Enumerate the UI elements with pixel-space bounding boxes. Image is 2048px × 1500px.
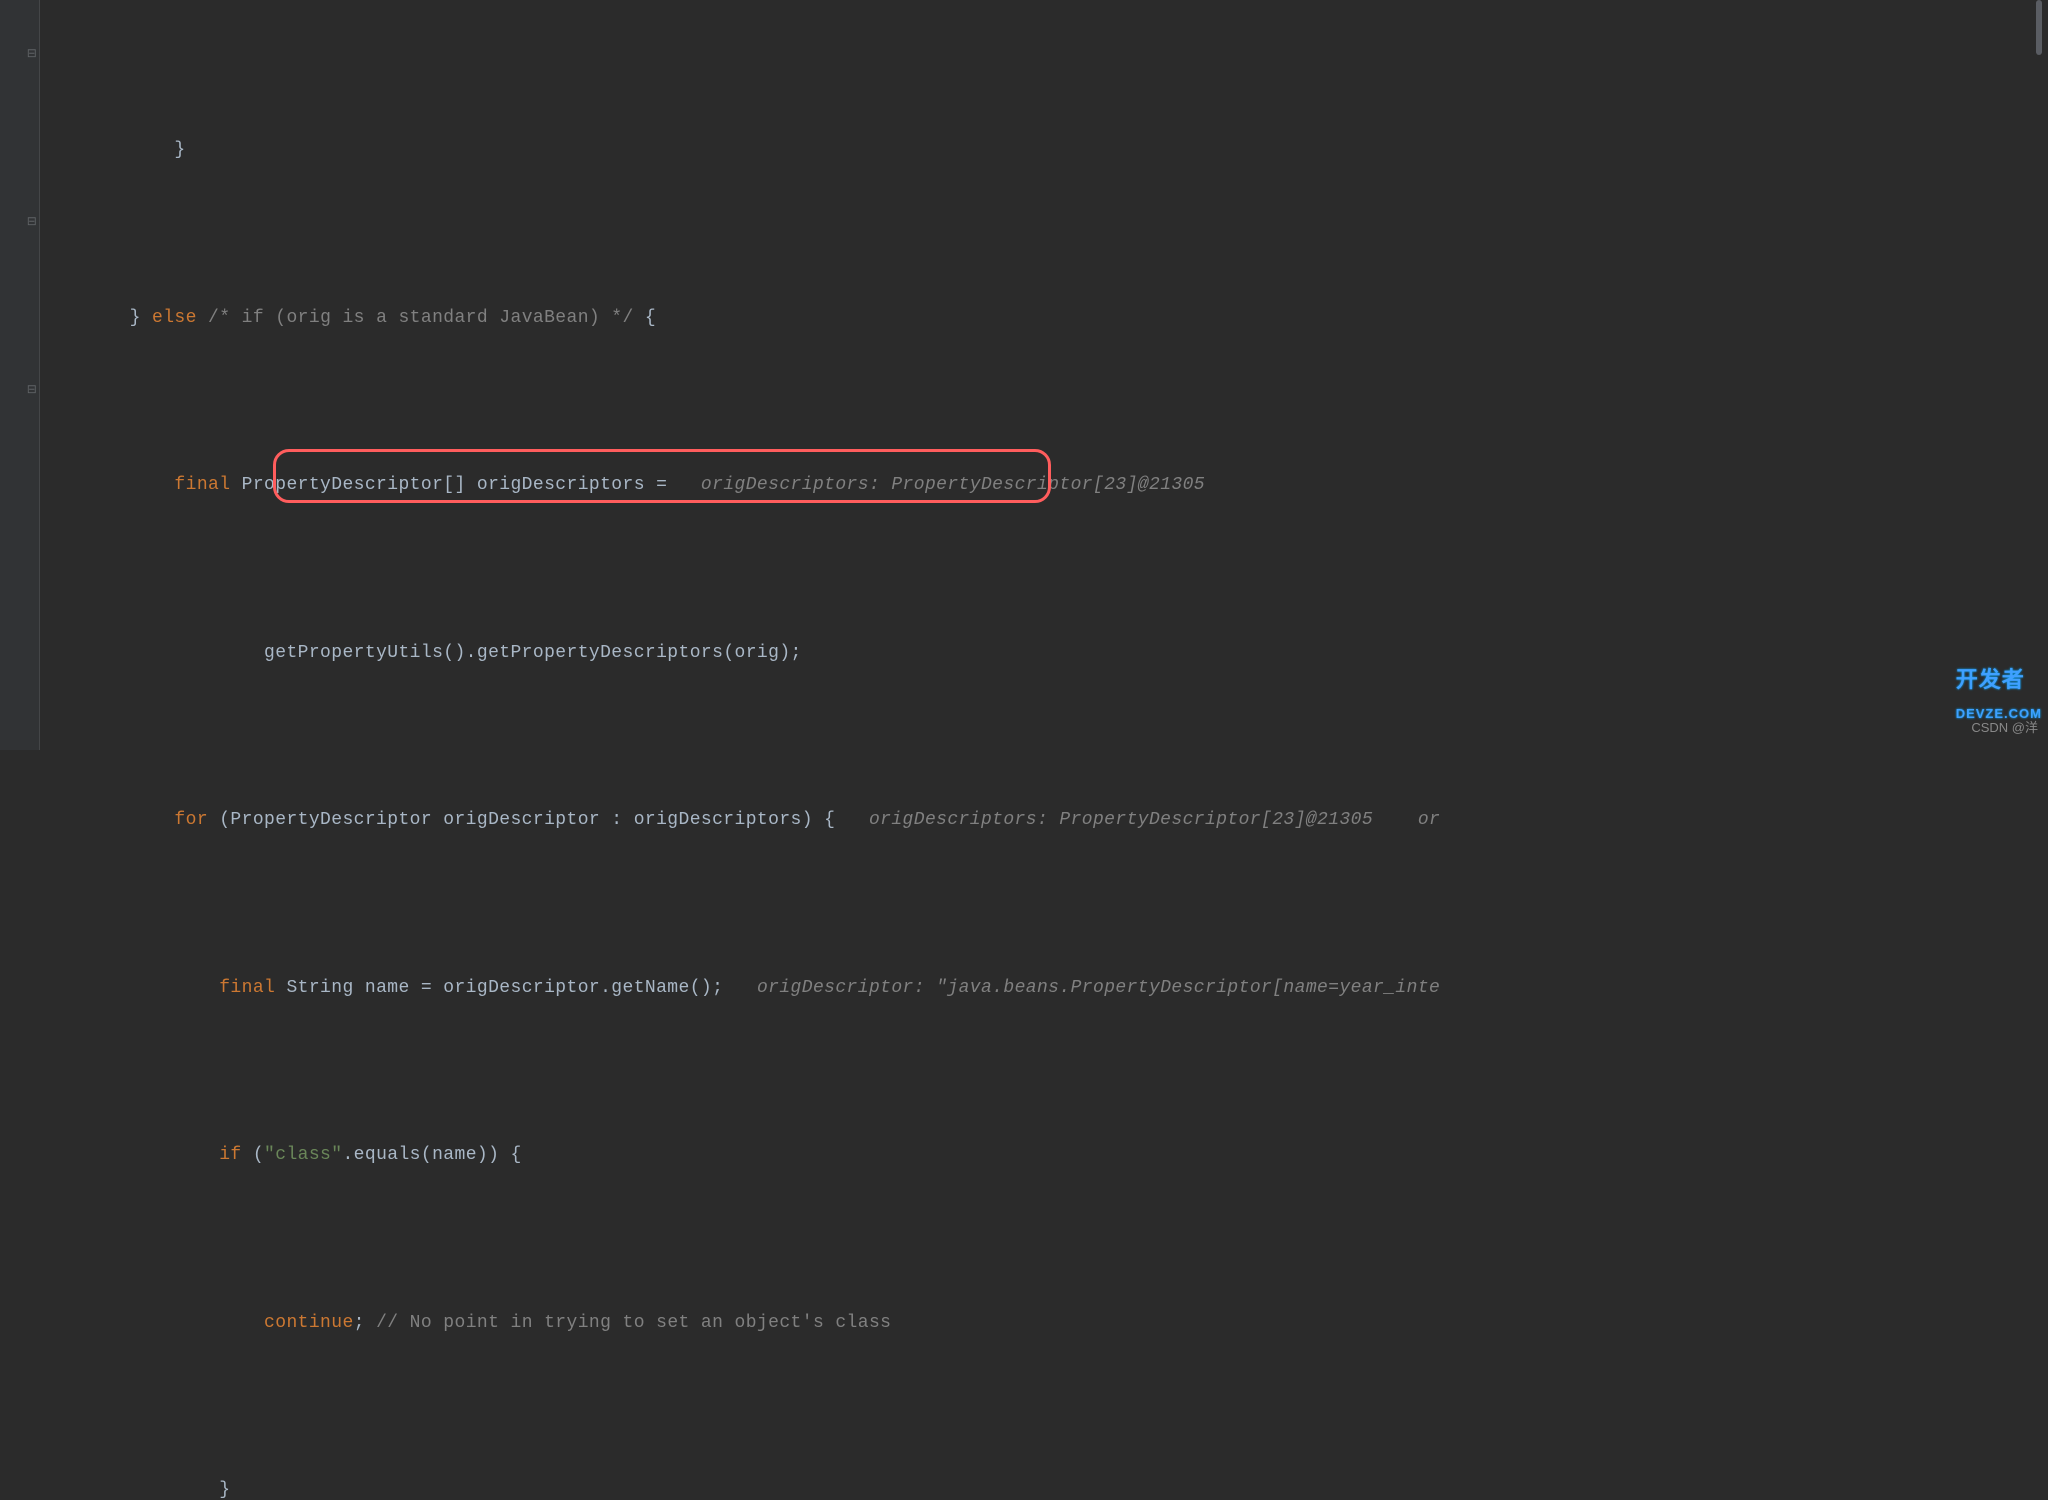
code-editor[interactable]: } } else /* if (orig is a standard JavaB…	[40, 0, 2048, 1500]
code-line[interactable]: } else /* if (orig is a standard JavaBea…	[40, 302, 2048, 336]
code-line[interactable]: }	[40, 134, 2048, 168]
code-line[interactable]: final PropertyDescriptor[] origDescripto…	[40, 469, 2048, 503]
editor-gutter: ⊟ ⊟ ⊟	[0, 0, 40, 750]
vertical-scrollbar-thumb[interactable]	[2036, 0, 2042, 55]
debug-hint: origDescriptors: PropertyDescriptor[23]@…	[869, 810, 1440, 830]
code-line[interactable]: continue; // No point in trying to set a…	[40, 1307, 2048, 1341]
fold-handle-icon[interactable]: ⊟	[26, 374, 38, 408]
code-line[interactable]: if ("class".equals(name)) {	[40, 1139, 2048, 1173]
debug-hint: origDescriptors: PropertyDescriptor[23]@…	[701, 475, 1205, 495]
watermark-text: CSDN @洋	[1971, 711, 2038, 745]
fold-handle-icon[interactable]: ⊟	[26, 206, 38, 240]
code-line[interactable]: }	[40, 1474, 2048, 1500]
debug-hint: origDescriptor: "java.beans.PropertyDesc…	[757, 978, 1440, 998]
code-line[interactable]: final String name = origDescriptor.getNa…	[40, 972, 2048, 1006]
fold-handle-icon[interactable]: ⊟	[26, 38, 38, 72]
code-line[interactable]: getPropertyUtils().getPropertyDescriptor…	[40, 637, 2048, 671]
code-line[interactable]: for (PropertyDescriptor origDescriptor :…	[40, 804, 2048, 838]
